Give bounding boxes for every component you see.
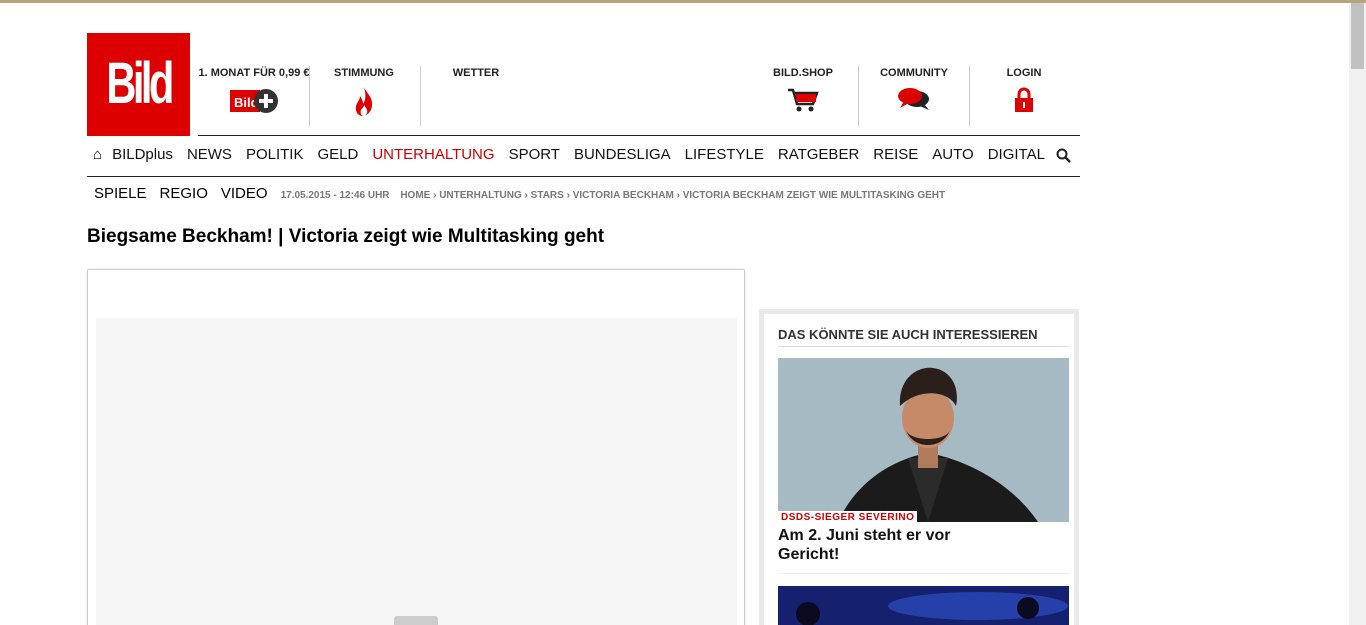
header-rule: [198, 135, 1080, 136]
nav-item-politik[interactable]: POLITIK: [246, 146, 304, 166]
shop-label: BILD.SHOP: [773, 67, 833, 79]
subnav-item-video[interactable]: VIDEO: [221, 185, 268, 202]
teaser-image[interactable]: [778, 586, 1069, 625]
chat-bubbles-icon: [898, 88, 929, 110]
bildplus-offer-label: 1. MONAT FÜR 0,99 €: [198, 67, 310, 79]
nav-item-ratgeber[interactable]: RATGEBER: [778, 146, 859, 166]
stimmung-label: STIMMUNG: [334, 67, 394, 79]
login-label: LOGIN: [1006, 67, 1042, 79]
article-meta: 17.05.2015 - 12:46 UHR HOME › UNTERHALTU…: [281, 190, 946, 201]
video-placeholder[interactable]: [96, 318, 737, 625]
video-loading-icon: [394, 616, 438, 625]
teaser-divider: [778, 573, 1069, 574]
article-headline: Biegsame Beckham! | Victoria zeigt wie M…: [87, 226, 605, 247]
header-divider: [969, 66, 970, 126]
recommendation-divider: [778, 346, 1069, 347]
nav-item-news[interactable]: NEWS: [187, 146, 232, 166]
nav-item-auto[interactable]: AUTO: [932, 146, 973, 166]
subnav-item-regio[interactable]: REGIO: [160, 185, 208, 202]
wetter-label: WETTER: [452, 67, 500, 79]
search-icon[interactable]: [1056, 148, 1072, 164]
header-divider: [858, 66, 859, 126]
shopping-cart-icon: [788, 88, 819, 112]
bild-logo[interactable]: Bild: [87, 33, 190, 136]
teaser-image[interactable]: [778, 358, 1069, 522]
sub-nav: SPIELE REGIO VIDEO 17.05.2015 - 12:46 UH…: [94, 185, 945, 202]
logo-text: Bild: [106, 51, 174, 116]
nav-item-bundesliga[interactable]: BUNDESLIGA: [574, 146, 671, 166]
top-strip: [0, 0, 1366, 3]
nav-item-bildplus[interactable]: BILDplus: [112, 146, 173, 166]
nav-item-unterhaltung[interactable]: UNTERHALTUNG: [372, 146, 494, 166]
nav-rule: [87, 176, 1080, 177]
teaser-kicker[interactable]: DSDS-SIEGER SEVERINO: [778, 511, 918, 524]
nav-item-lifestyle[interactable]: LIFESTYLE: [685, 146, 764, 166]
main-nav: ⌂ BILDplus NEWS POLITIK GELD UNTERHALTUN…: [87, 146, 1059, 166]
bildplus-offer[interactable]: 1. MONAT FÜR 0,99 € Bild: [198, 67, 310, 127]
recommendation-inner: DAS KÖNNTE SIE AUCH INTERESSIEREN DSDS-S…: [764, 314, 1074, 625]
header-divider: [420, 66, 421, 126]
video-player[interactable]: [87, 269, 745, 625]
wetter-link[interactable]: WETTER: [440, 67, 512, 127]
nav-item-geld[interactable]: GELD: [317, 146, 358, 166]
community-label: COMMUNITY: [880, 67, 948, 79]
breadcrumb[interactable]: HOME › UNTERHALTUNG › STARS › VICTORIA B…: [400, 190, 945, 201]
recommendation-title: DAS KÖNNTE SIE AUCH INTERESSIEREN: [778, 327, 1038, 342]
nav-item-reise[interactable]: REISE: [873, 146, 918, 166]
shop-link[interactable]: BILD.SHOP: [765, 67, 841, 127]
scrollbar[interactable]: [1349, 3, 1366, 625]
scrollbar-thumb[interactable]: [1351, 3, 1364, 69]
subnav-item-spiele[interactable]: SPIELE: [94, 185, 147, 202]
flame-icon: [355, 87, 373, 116]
nav-item-digital[interactable]: DIGITAL: [988, 146, 1045, 166]
bildplus-icon: Bild: [230, 89, 278, 113]
nav-item-sport[interactable]: SPORT: [509, 146, 560, 166]
teaser-title[interactable]: Am 2. Juni steht er vor Gericht!: [778, 526, 978, 564]
lock-icon: [1015, 87, 1033, 112]
recommendation-box: DAS KÖNNTE SIE AUCH INTERESSIEREN DSDS-S…: [759, 309, 1079, 625]
article-timestamp: 17.05.2015 - 12:46 UHR: [280, 190, 390, 201]
community-link[interactable]: COMMUNITY: [870, 67, 958, 127]
login-link[interactable]: LOGIN: [988, 67, 1060, 127]
header-divider: [309, 66, 310, 126]
teaser-photo-person: [778, 358, 1069, 522]
home-icon[interactable]: ⌂: [93, 146, 102, 166]
stimmung-link[interactable]: STIMMUNG: [318, 67, 410, 127]
teaser-photo-stage: [778, 586, 1069, 625]
